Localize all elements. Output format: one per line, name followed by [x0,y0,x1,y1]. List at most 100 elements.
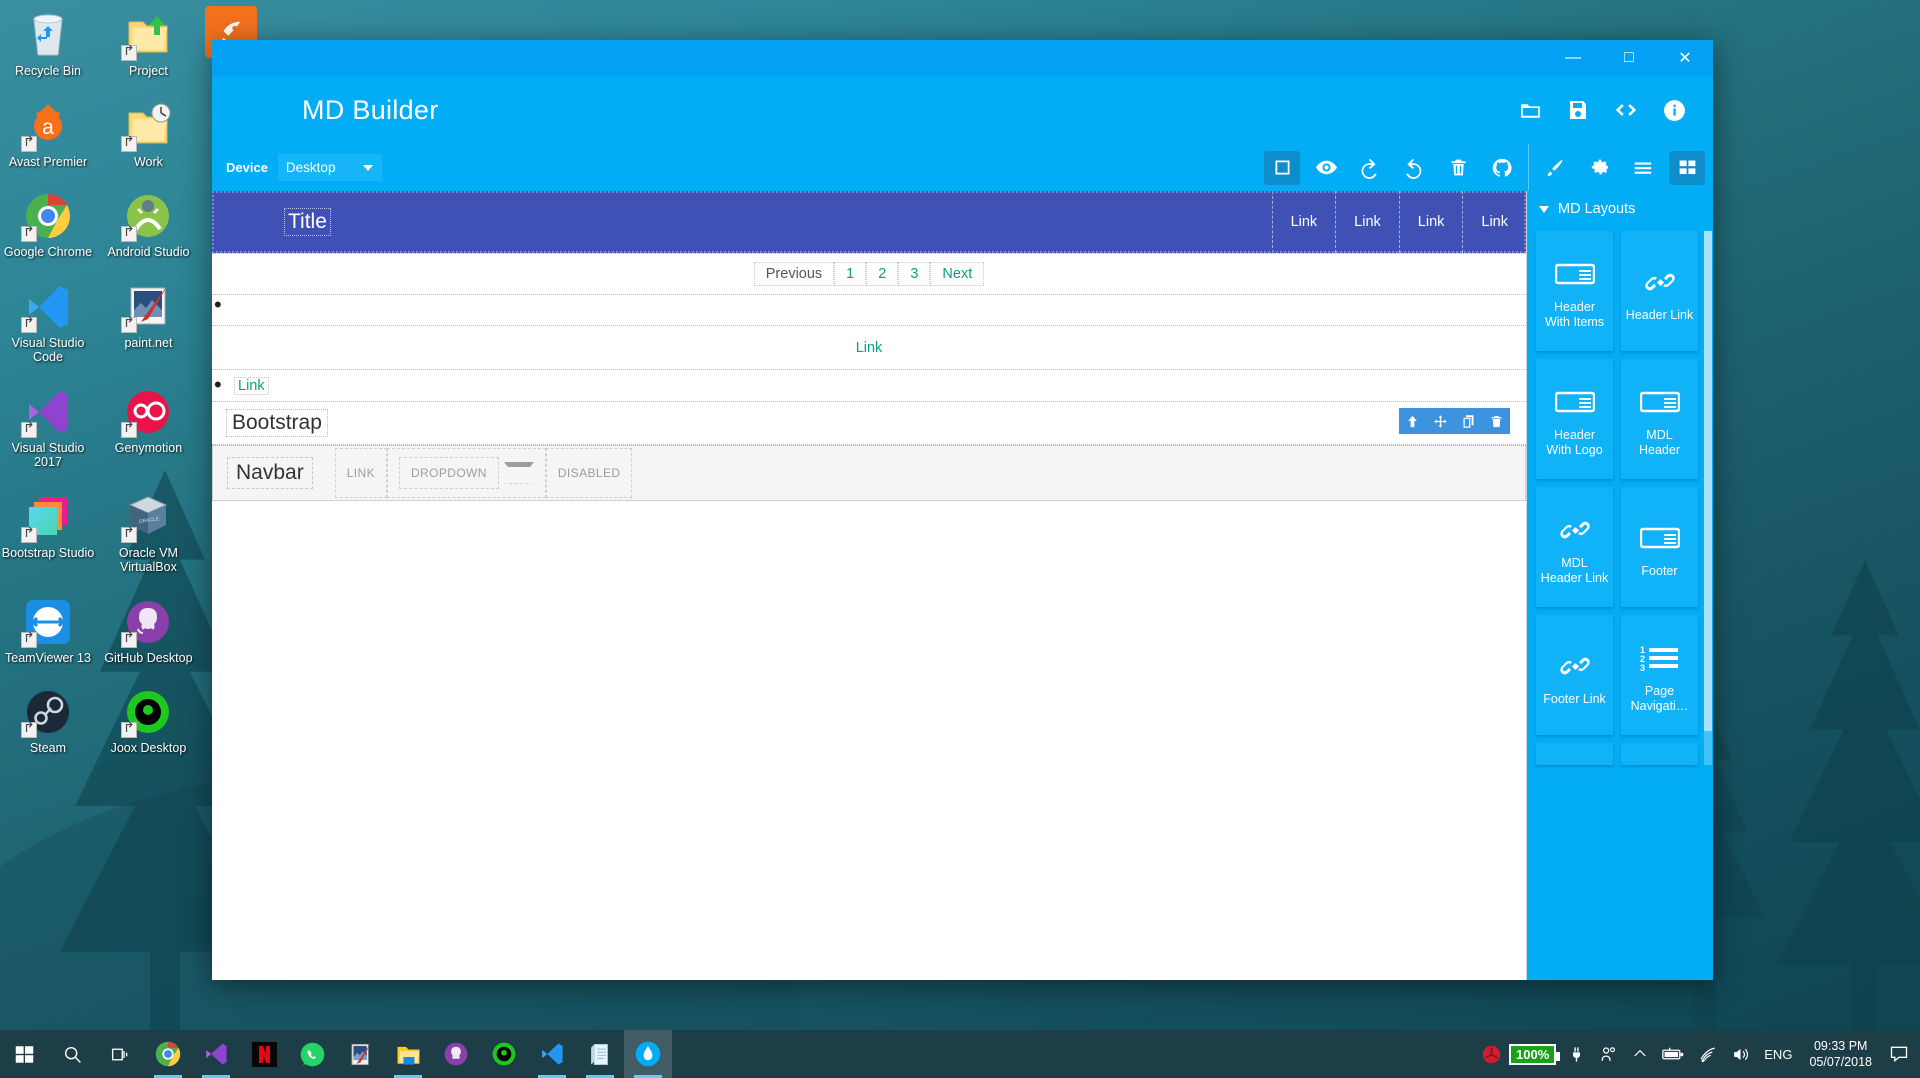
pagination-page[interactable]: 2 [866,262,899,286]
desktop-icon-github-desktop[interactable]: GitHub Desktop [100,591,196,666]
wifi-icon[interactable] [1691,1030,1724,1078]
undo-icon[interactable] [1352,151,1388,185]
taskbar-item-chrome[interactable] [144,1030,192,1078]
task-view-button[interactable] [96,1030,144,1078]
taskbar-item-vscode[interactable] [528,1030,576,1078]
panel-scrollbar-thumb[interactable] [1704,231,1712,731]
navbar-item-dropdown[interactable]: DROPDOWN [386,448,546,498]
desktop-icon-work[interactable]: Work [100,95,196,170]
drag-move-icon[interactable] [1433,414,1448,429]
preview-eye-icon[interactable] [1308,151,1344,185]
action-center-icon[interactable] [1882,1030,1916,1078]
layout-card-footer-link[interactable]: Footer Link [1536,615,1613,735]
desktop-icon-genymotion[interactable]: Genymotion [100,381,196,456]
canvas-bootstrap-row[interactable]: Bootstrap [212,402,1526,445]
desktop-icon-paintnet[interactable]: paint.net [100,276,196,351]
canvas-bullet-link-row[interactable]: Link [212,370,1526,402]
volume-icon[interactable] [1724,1030,1757,1078]
minimize-button[interactable]: — [1545,40,1601,76]
folder-open-icon[interactable] [1517,97,1543,123]
desktop-icon-google-chrome[interactable]: Google Chrome [0,185,96,260]
taskbar-item-github-desktop[interactable] [432,1030,480,1078]
hamburger-menu-icon[interactable] [1625,151,1661,185]
desktop-icon-recycle-bin[interactable]: Recycle Bin [0,4,96,79]
redo-icon[interactable] [1396,151,1432,185]
taskbar-item-joox[interactable] [480,1030,528,1078]
layout-card-header-with-logo[interactable]: Header With Logo [1536,359,1613,479]
grid-layout-icon[interactable] [1669,150,1705,185]
pagination-page[interactable]: 3 [898,262,931,286]
taskbar-item-md-builder[interactable] [624,1030,672,1078]
taskbar-item-paintnet[interactable] [336,1030,384,1078]
desktop-icon-android-studio[interactable]: Android Studio [100,185,196,260]
bullet-link[interactable]: Link [234,376,269,395]
navbar-brand[interactable]: Navbar [227,457,313,489]
duplicate-icon[interactable] [1461,414,1476,429]
close-button[interactable]: ✕ [1657,40,1713,76]
device-select[interactable]: Desktop [277,154,382,181]
search-button[interactable] [48,1030,96,1078]
bootstrap-brand[interactable]: Bootstrap [226,409,328,437]
language-indicator[interactable]: ENG [1757,1030,1799,1078]
github-icon[interactable] [1484,151,1520,185]
info-circle-icon[interactable] [1661,97,1687,123]
layout-card-partial[interactable] [1621,743,1698,765]
header-link[interactable]: Link [1335,191,1399,253]
select-box-icon[interactable] [1264,150,1300,185]
save-icon[interactable] [1565,97,1591,123]
layout-card-mdl-header-link[interactable]: MDL Header Link [1536,487,1613,607]
taskbar-item-notepad[interactable] [576,1030,624,1078]
desktop-icon-teamviewer-13[interactable]: TeamViewer 13 [0,591,96,666]
desktop-icon-oracle-vm-virtualbox[interactable]: ORACLE Oracle VM VirtualBox [100,486,196,575]
layout-card-page-navigation[interactable]: 1 2 3 Page Navigati… [1621,615,1698,735]
desktop-icon-avast-premier[interactable]: a Avast Premier [0,95,96,170]
pagination-previous[interactable]: Previous [753,262,835,286]
panel-scrollbar[interactable] [1704,231,1712,765]
panel-card-list[interactable]: Header With Items Header Link Header Wit… [1527,227,1713,980]
navbar-item-link[interactable]: LINK [334,448,387,498]
desktop-icon-steam[interactable]: Steam [0,681,96,756]
gear-icon[interactable] [1581,151,1617,185]
layout-card-header-link[interactable]: Header Link [1621,231,1698,351]
header-link[interactable]: Link [1462,191,1526,253]
center-link[interactable]: Link [856,340,883,356]
desktop-icon-bootstrap-studio[interactable]: Bootstrap Studio [0,486,96,561]
battery-icon[interactable] [1655,1030,1691,1078]
show-hidden-icons-icon[interactable] [1625,1030,1655,1078]
maximize-button[interactable]: □ [1601,40,1657,76]
design-canvas[interactable]: Title Link Link Link Link Previous 1 2 3 [212,191,1527,980]
people-icon[interactable] [1592,1030,1625,1078]
header-link[interactable]: Link [1398,191,1463,253]
desktop-icon-visual-studio-2017[interactable]: Visual Studio 2017 [0,381,96,470]
code-brackets-icon[interactable] [1613,97,1639,123]
taskbar-item-visual-studio[interactable] [192,1030,240,1078]
pagination-next[interactable]: Next [930,262,985,286]
trash-icon[interactable] [1440,151,1476,185]
taskbar-item-file-explorer[interactable] [384,1030,432,1078]
delete-icon[interactable] [1489,414,1504,429]
canvas-pagination-row[interactable]: Previous 1 2 3 Next [212,253,1526,295]
avast-shield-icon[interactable] [1474,1030,1509,1078]
canvas-empty-list-row[interactable] [212,292,1526,326]
brush-icon[interactable] [1537,151,1573,185]
move-up-icon[interactable] [1405,414,1420,429]
layout-card-header-with-items[interactable]: Header With Items [1536,231,1613,351]
header-link[interactable]: Link [1271,191,1336,253]
battery-percent-badge[interactable]: 100% [1509,1043,1561,1065]
pagination-page[interactable]: 1 [834,262,867,286]
layout-card-mdl-header[interactable]: MDL Header [1621,359,1698,479]
canvas-navbar-row[interactable]: Navbar LINK DROPDOWN DISABLED [212,445,1526,501]
layout-card-footer[interactable]: Footer [1621,487,1698,607]
desktop-icon-joox-desktop[interactable]: Joox Desktop [100,681,196,756]
window-title-bar[interactable]: — □ ✕ [212,40,1713,76]
panel-header[interactable]: MD Layouts [1527,191,1713,227]
desktop-icon-project[interactable]: Project [100,4,196,79]
canvas-md-header[interactable]: Title Link Link Link Link [212,191,1526,253]
taskbar-item-whatsapp[interactable] [288,1030,336,1078]
taskbar-item-netflix[interactable] [240,1030,288,1078]
canvas-center-link-row[interactable]: Link [212,326,1526,370]
power-plug-icon[interactable] [1561,1030,1592,1078]
start-button[interactable] [0,1030,48,1078]
desktop-icon-visual-studio-code[interactable]: Visual Studio Code [0,276,96,365]
layout-card-partial[interactable] [1536,743,1613,765]
